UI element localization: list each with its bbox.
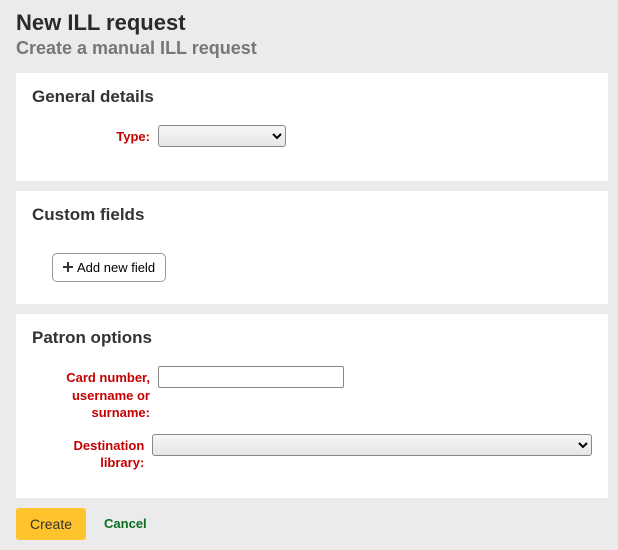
patron-heading: Patron options	[32, 328, 592, 348]
page-subtitle: Create a manual ILL request	[16, 38, 608, 59]
type-label: Type:	[32, 125, 158, 146]
destination-library-select[interactable]	[152, 434, 592, 456]
card-number-label: Card number, username or surname:	[32, 366, 158, 422]
plus-icon	[63, 260, 73, 275]
type-select[interactable]	[158, 125, 286, 147]
custom-heading: Custom fields	[32, 205, 592, 225]
card-number-input[interactable]	[158, 366, 344, 388]
panel-general: General details Type:	[16, 73, 608, 181]
add-new-field-label: Add new field	[77, 260, 155, 275]
general-heading: General details	[32, 87, 592, 107]
panel-patron: Patron options Card number, username or …	[16, 314, 608, 498]
add-new-field-button[interactable]: Add new field	[52, 253, 166, 282]
panel-custom: Custom fields Add new field	[16, 191, 608, 304]
page-title: New ILL request	[16, 10, 608, 36]
cancel-link[interactable]: Cancel	[104, 516, 147, 531]
destination-library-label: Destination library:	[32, 434, 152, 472]
